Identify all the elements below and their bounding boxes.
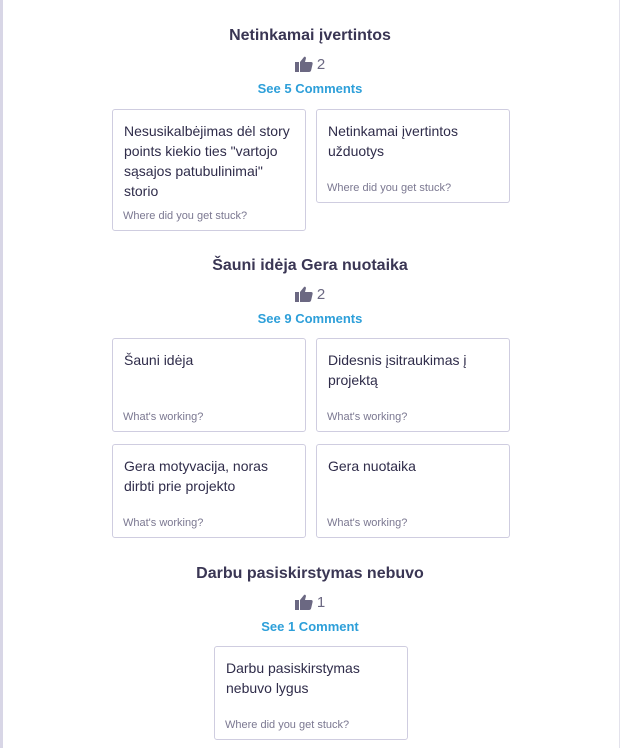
- thumbs-up-icon[interactable]: [294, 594, 313, 610]
- see-comments-link[interactable]: See 9 Comments: [0, 311, 620, 327]
- see-comments-link[interactable]: See 1 Comment: [0, 619, 620, 635]
- card-prompt: What's working?: [123, 517, 204, 529]
- card-text: Gera motyvacija, noras dirbti prie proje…: [124, 458, 268, 494]
- vote-counter[interactable]: 1: [0, 593, 620, 611]
- retro-card[interactable]: Nesusikalbėjimas dėl story points kiekio…: [112, 109, 306, 231]
- card-prompt: Where did you get stuck?: [123, 210, 248, 222]
- card-prompt: What's working?: [123, 411, 204, 423]
- card-text: Šauni idėja: [124, 352, 194, 368]
- card-text: Didesnis įsitraukimas į projektą: [328, 352, 467, 388]
- vote-counter[interactable]: 2: [0, 55, 620, 73]
- group-title: Netinkamai įvertintos: [229, 27, 391, 44]
- group-title: Darbu pasiskirstymas nebuvo: [196, 565, 424, 582]
- card-prompt: Where did you get stuck?: [327, 182, 452, 194]
- retro-card[interactable]: Netinkamai įvertintos užduotys Where did…: [316, 109, 510, 203]
- retro-card[interactable]: Gera nuotaika What's working?: [316, 444, 510, 538]
- thumbs-up-icon[interactable]: [294, 56, 313, 72]
- card-prompt: What's working?: [327, 517, 408, 529]
- retro-card[interactable]: Didesnis įsitraukimas į projektą What's …: [316, 338, 510, 432]
- vote-count: 2: [316, 55, 326, 73]
- vote-count: 2: [316, 285, 326, 303]
- retro-card[interactable]: Gera motyvacija, noras dirbti prie proje…: [112, 444, 306, 538]
- see-comments-link[interactable]: See 5 Comments: [0, 81, 620, 97]
- retro-card[interactable]: Šauni idėja What's working?: [112, 338, 306, 432]
- vote-counter[interactable]: 2: [0, 285, 620, 303]
- retro-card[interactable]: Darbu pasiskirstymas nebuvo lygus Where …: [214, 646, 408, 740]
- thumbs-up-icon[interactable]: [294, 286, 313, 302]
- left-edge-divider: [0, 0, 3, 748]
- card-text: Netinkamai įvertintos užduotys: [328, 123, 458, 159]
- card-prompt: What's working?: [327, 411, 408, 423]
- card-text: Nesusikalbėjimas dėl story points kiekio…: [124, 123, 290, 199]
- vote-count: 1: [316, 593, 326, 611]
- card-text: Gera nuotaika: [328, 458, 416, 474]
- group-title: Šauni idėja Gera nuotaika: [212, 257, 408, 274]
- card-prompt: Where did you get stuck?: [225, 719, 350, 731]
- card-text: Darbu pasiskirstymas nebuvo lygus: [226, 660, 360, 696]
